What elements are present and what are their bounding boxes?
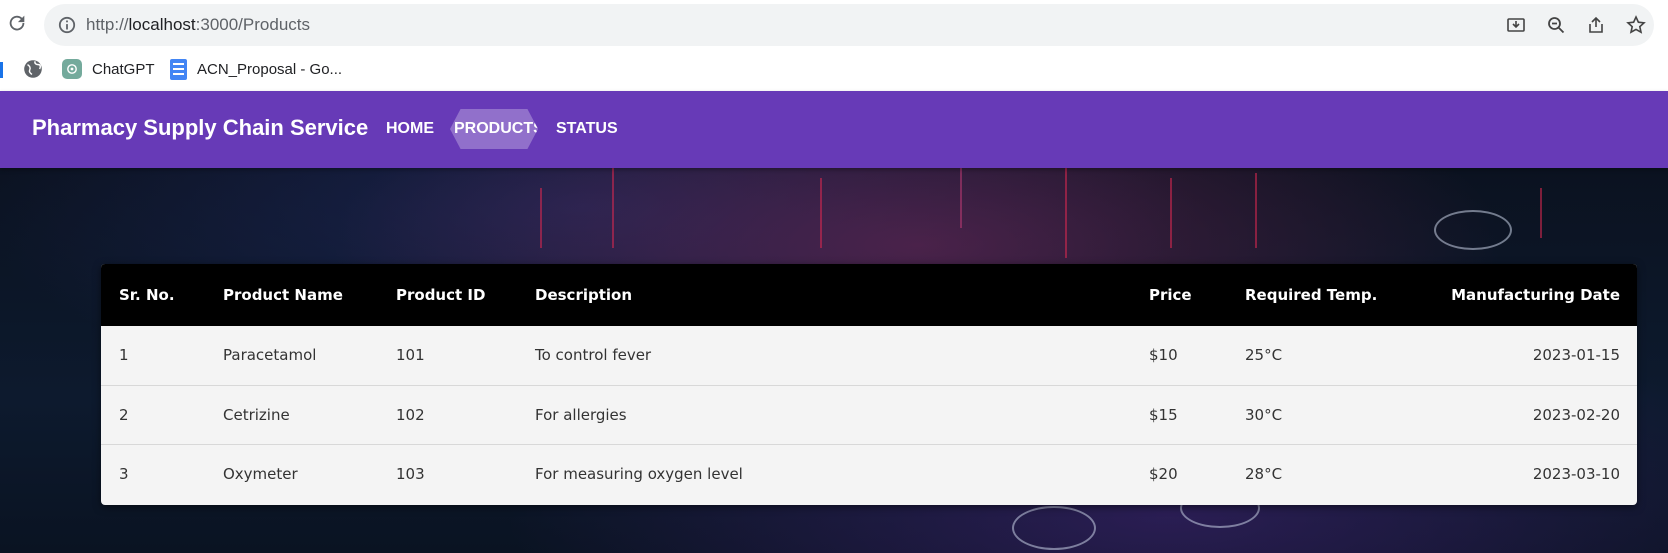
globe-icon[interactable] <box>22 58 44 80</box>
bookmark-edge <box>0 62 3 78</box>
bookmark-label: ACN_Proposal - Go... <box>197 60 343 78</box>
zoom-icon[interactable] <box>1544 13 1568 37</box>
bookmark-star-icon[interactable] <box>1624 13 1648 37</box>
nav-status[interactable]: STATUS <box>552 109 622 149</box>
bookmarks-bar: ChatGPT ACN_Proposal - Go... <box>0 50 1668 91</box>
header-price: Price <box>1149 286 1192 304</box>
products-table-card: Sr. No. Product Name Product ID Descript… <box>101 264 1637 505</box>
header-manufacturing-date: Manufacturing Date <box>1451 286 1620 304</box>
url-prefix: http:// <box>86 15 129 34</box>
chatgpt-icon <box>62 59 82 79</box>
cell-required-temp: 30°C <box>1245 405 1283 424</box>
header-product-name: Product Name <box>223 286 343 304</box>
header-description: Description <box>535 286 633 304</box>
cell-product-id: 101 <box>396 346 425 365</box>
google-docs-icon <box>170 58 187 80</box>
bookmark-label: ChatGPT <box>92 60 155 78</box>
cell-product-id: 103 <box>396 464 425 483</box>
header-product-id: Product ID <box>396 286 486 304</box>
nav-products[interactable]: PRODUCTS <box>450 109 538 149</box>
cell-manufacturing-date: 2023-01-15 <box>1532 346 1620 365</box>
header-sr-no: Sr. No. <box>119 286 175 304</box>
cell-product-name: Paracetamol <box>223 346 317 365</box>
table-header-row: Sr. No. Product Name Product ID Descript… <box>101 264 1637 326</box>
install-app-icon[interactable] <box>1504 13 1528 37</box>
cell-description: To control fever <box>535 346 652 365</box>
header-required-temp: Required Temp. <box>1245 286 1378 304</box>
browser-toolbar: http://localhost:3000/Products <box>0 0 1668 50</box>
cell-price: $15 <box>1149 405 1178 424</box>
products-table: Sr. No. Product Name Product ID Descript… <box>101 264 1637 503</box>
bookmark-acn-proposal[interactable]: ACN_Proposal - Go... <box>170 56 342 82</box>
cell-product-name: Oxymeter <box>223 464 298 483</box>
cell-product-id: 102 <box>396 405 425 424</box>
cell-required-temp: 28°C <box>1245 464 1283 483</box>
url-host: localhost <box>128 15 196 34</box>
table-row: 3 Oxymeter 103 For measuring oxygen leve… <box>101 444 1637 503</box>
nav-home[interactable]: HOME <box>382 109 438 149</box>
cell-sr-no: 1 <box>119 346 129 365</box>
table-row: 2 Cetrizine 102 For allergies $15 30°C 2… <box>101 385 1637 444</box>
cell-sr-no: 2 <box>119 405 129 424</box>
address-bar[interactable]: http://localhost:3000/Products <box>44 4 1654 46</box>
bookmark-chatgpt[interactable]: ChatGPT <box>62 56 155 82</box>
cell-product-name: Cetrizine <box>223 405 290 424</box>
cell-manufacturing-date: 2023-03-10 <box>1532 464 1620 483</box>
cell-description: For allergies <box>535 405 627 424</box>
reload-icon[interactable] <box>6 12 30 36</box>
cell-price: $10 <box>1149 346 1178 365</box>
cell-price: $20 <box>1149 464 1178 483</box>
cell-required-temp: 25°C <box>1245 346 1283 365</box>
cell-description: For measuring oxygen level <box>535 464 743 483</box>
cell-sr-no: 3 <box>119 464 129 483</box>
app-brand[interactable]: Pharmacy Supply Chain Service <box>32 115 368 141</box>
app-navbar: Pharmacy Supply Chain Service HOME PRODU… <box>0 91 1668 168</box>
url-text[interactable]: http://localhost:3000/Products <box>86 15 310 35</box>
cell-manufacturing-date: 2023-02-20 <box>1532 405 1620 424</box>
site-info-icon[interactable] <box>58 16 76 34</box>
share-icon[interactable] <box>1584 13 1608 37</box>
url-path: :3000/Products <box>195 15 310 34</box>
table-row: 1 Paracetamol 101 To control fever $10 2… <box>101 326 1637 385</box>
